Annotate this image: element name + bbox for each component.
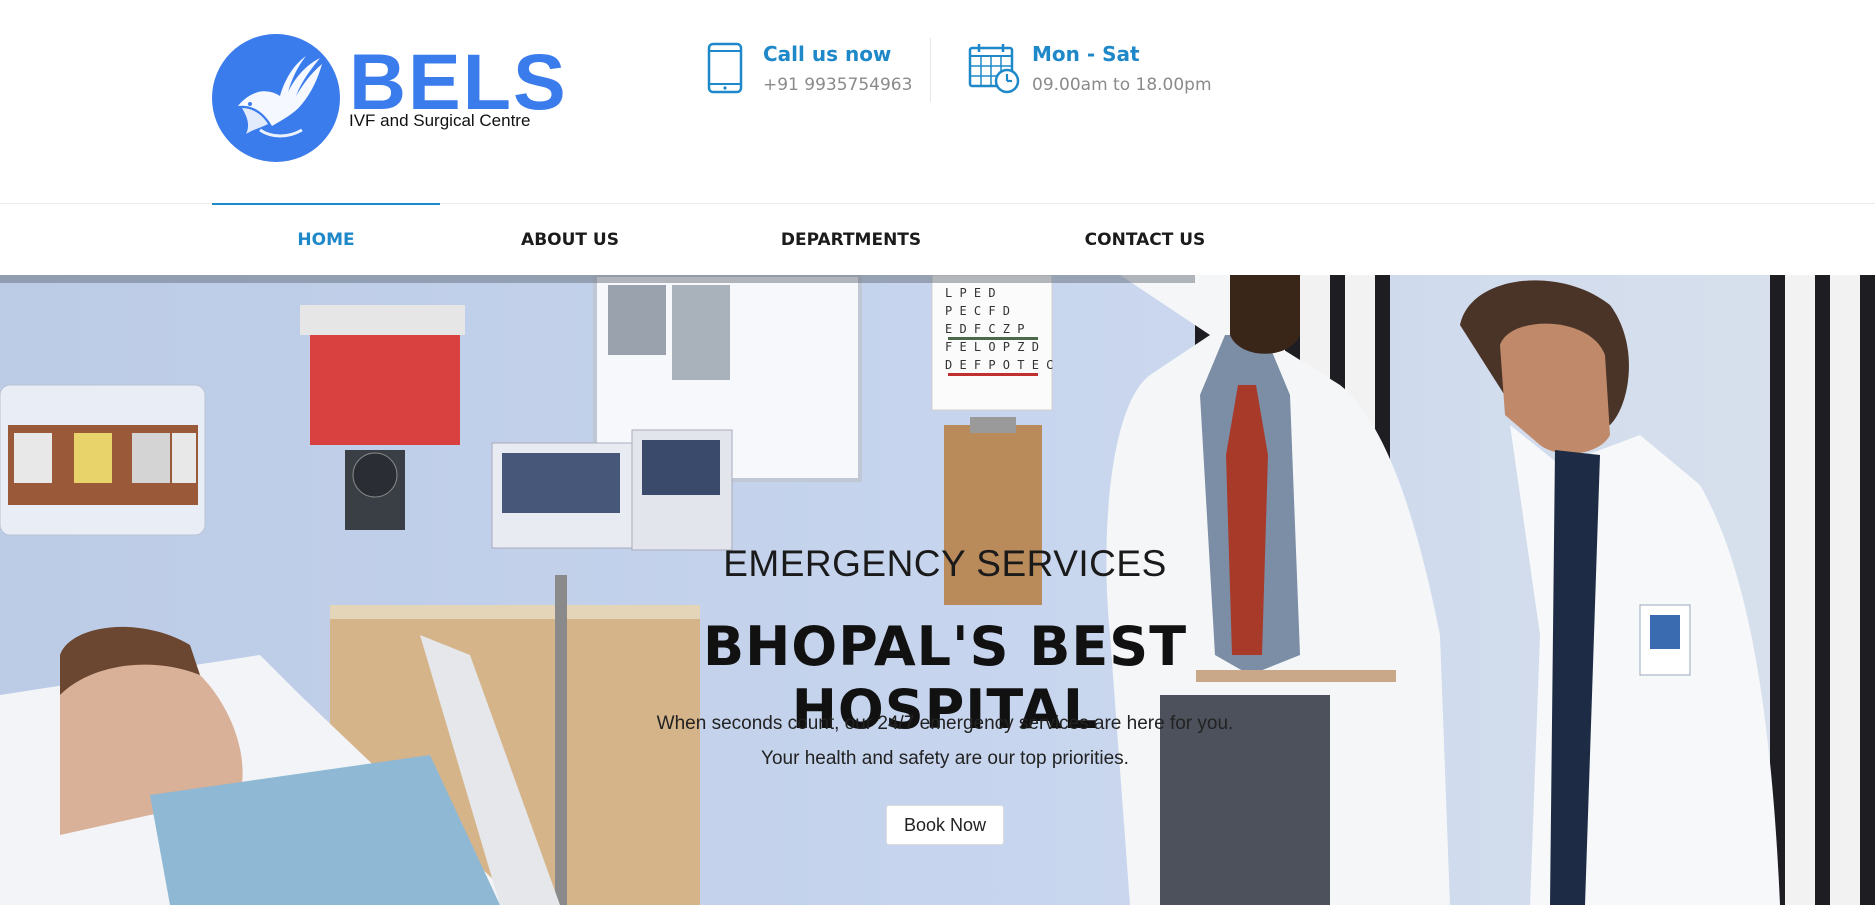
site-header: BELS IVF and Surgical Centre Call us now… (0, 0, 1875, 204)
hours-title: Mon - Sat (1032, 42, 1140, 66)
book-now-button[interactable]: Book Now (886, 805, 1004, 845)
hero-kicker: EMERGENCY SERVICES (723, 543, 1167, 584)
hero-content: EMERGENCY SERVICES BHOPAL'S BEST HOSPITA… (0, 275, 1875, 905)
nav-item-about-us[interactable]: ABOUT US (470, 204, 670, 276)
hero-banner: L P E DP E C F D E D F C Z PF E L O P Z … (0, 275, 1875, 905)
hero-description-line-1: When seconds count, our 24/7 emergency s… (656, 713, 1234, 734)
brand-logo[interactable]: BELS IVF and Surgical Centre (212, 34, 566, 164)
call-info: Call us now +91 9935754963 (707, 38, 927, 108)
nav-item-contact-us[interactable]: CONTACT US (1040, 204, 1250, 276)
brand-name: BELS (349, 37, 568, 126)
header-divider (930, 38, 931, 102)
tablet-icon (707, 42, 743, 99)
calendar-clock-icon (968, 42, 1020, 99)
call-title: Call us now (763, 42, 892, 66)
hero-description-line-2: Your health and safety are our top prior… (761, 748, 1129, 769)
dove-logo-icon (212, 34, 340, 162)
brand-tagline: IVF and Surgical Centre (349, 111, 531, 130)
main-nav: HOME ABOUT US DEPARTMENTS CONTACT US (0, 203, 1875, 275)
phone-number[interactable]: +91 9935754963 (763, 75, 912, 95)
hours-text: 09.00am to 18.00pm (1032, 75, 1212, 95)
hours-info: Mon - Sat 09.00am to 18.00pm (968, 38, 1228, 108)
nav-item-departments[interactable]: DEPARTMENTS (740, 204, 962, 276)
nav-item-home[interactable]: HOME (212, 204, 440, 276)
